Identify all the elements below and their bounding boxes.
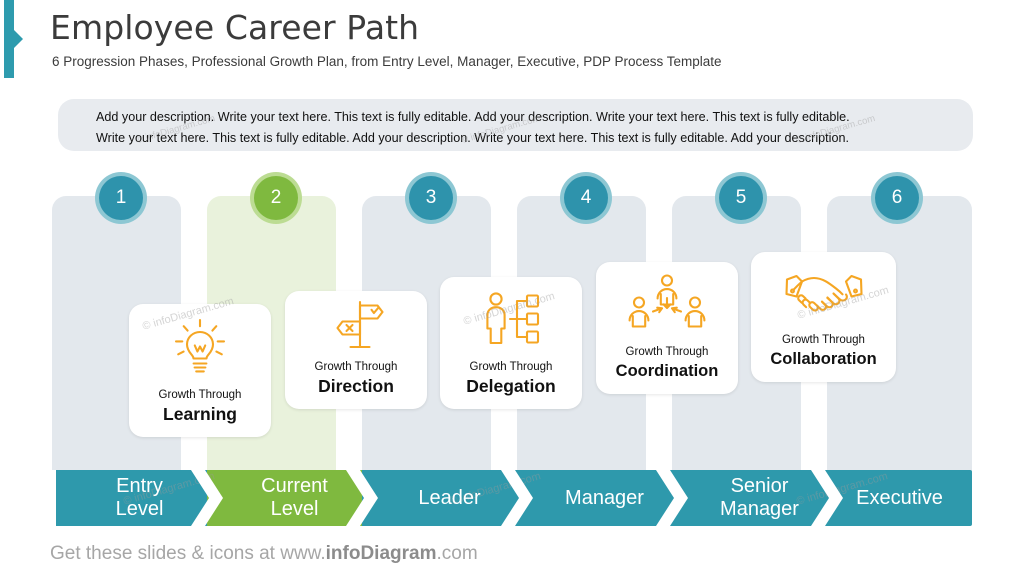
career-stage-bar: Entry Level Current Level Leader Manager S…	[0, 470, 1024, 526]
coordination-icon	[596, 262, 738, 345]
phase-number-circle-1[interactable]: 1	[95, 172, 147, 224]
title-accent-notch-icon	[14, 30, 23, 48]
signpost-icon	[285, 291, 427, 360]
career-stage-label: Senior Manager	[720, 475, 799, 520]
career-stage-2[interactable]: Current Level	[207, 470, 382, 526]
phase-number-label: 3	[409, 176, 453, 220]
career-stage-4[interactable]: Manager	[517, 470, 692, 526]
footer-brand: infoDiagram	[325, 543, 437, 564]
delegation-icon	[440, 277, 582, 360]
career-stage-1[interactable]: Entry Level	[52, 470, 227, 526]
career-stage-label: Entry Level	[115, 475, 164, 520]
phase-card-subtitle: Growth Through	[782, 334, 865, 346]
lightbulb-icon	[129, 304, 271, 388]
career-stage-6[interactable]: Executive	[827, 470, 972, 526]
phase-number-label: 1	[99, 176, 143, 220]
handshake-icon	[751, 252, 896, 333]
phase-card-2[interactable]: Growth Through Direction	[285, 291, 427, 409]
phase-card-title: Collaboration	[770, 350, 877, 368]
career-stage-label: Leader	[418, 486, 481, 509]
phase-number-label: 6	[875, 176, 919, 220]
phase-card-subtitle: Growth Through	[158, 389, 242, 401]
footer-prefix: Get these slides & icons at www.	[50, 543, 326, 564]
phase-number-circle-6[interactable]: 6	[871, 172, 923, 224]
phase-card-subtitle: Growth Through	[625, 346, 709, 358]
footer-suffix: .com	[436, 543, 478, 564]
phase-number-circle-5[interactable]: 5	[715, 172, 767, 224]
phase-card-1[interactable]: Growth Through Learning	[129, 304, 271, 437]
page-title: Employee Career Path	[50, 8, 420, 47]
phase-card-title: Delegation	[466, 376, 556, 396]
phase-card-5[interactable]: Growth Through Collaboration	[751, 252, 896, 382]
phase-number-circle-4[interactable]: 4	[560, 172, 612, 224]
phase-number-circle-2[interactable]: 2	[250, 172, 302, 224]
page-subtitle: 6 Progression Phases, Professional Growt…	[52, 54, 722, 69]
career-stage-label: Executive	[856, 486, 943, 509]
description-line-1: Add your description. Write your text he…	[96, 110, 850, 124]
phase-number-label: 4	[564, 176, 608, 220]
phase-number-label: 2	[254, 176, 298, 220]
phase-card-title: Direction	[318, 376, 394, 396]
phase-number-label: 5	[719, 176, 763, 220]
phase-card-4[interactable]: Growth Through Coordination	[596, 262, 738, 394]
phase-card-subtitle: Growth Through	[469, 361, 553, 373]
footer-attribution[interactable]: Get these slides & icons at www.infoDiag…	[50, 543, 478, 565]
phase-card-title: Coordination	[615, 362, 719, 380]
career-stage-label: Current Level	[261, 475, 328, 520]
phase-card-subtitle: Growth Through	[314, 361, 398, 373]
phase-number-circle-3[interactable]: 3	[405, 172, 457, 224]
slide-canvas: Employee Career Path 6 Progression Phase…	[0, 0, 1024, 576]
phase-card-title: Learning	[163, 404, 237, 424]
phase-card-3[interactable]: Growth Through Delegation	[440, 277, 582, 409]
title-accent-bar	[4, 0, 14, 78]
career-stage-label: Manager	[565, 486, 644, 509]
description-line-2: Write your text here. This text is fully…	[96, 131, 849, 145]
career-stage-5[interactable]: Senior Manager	[672, 470, 847, 526]
description-text: Add your description. Write your text he…	[96, 107, 956, 149]
career-stage-3[interactable]: Leader	[362, 470, 537, 526]
